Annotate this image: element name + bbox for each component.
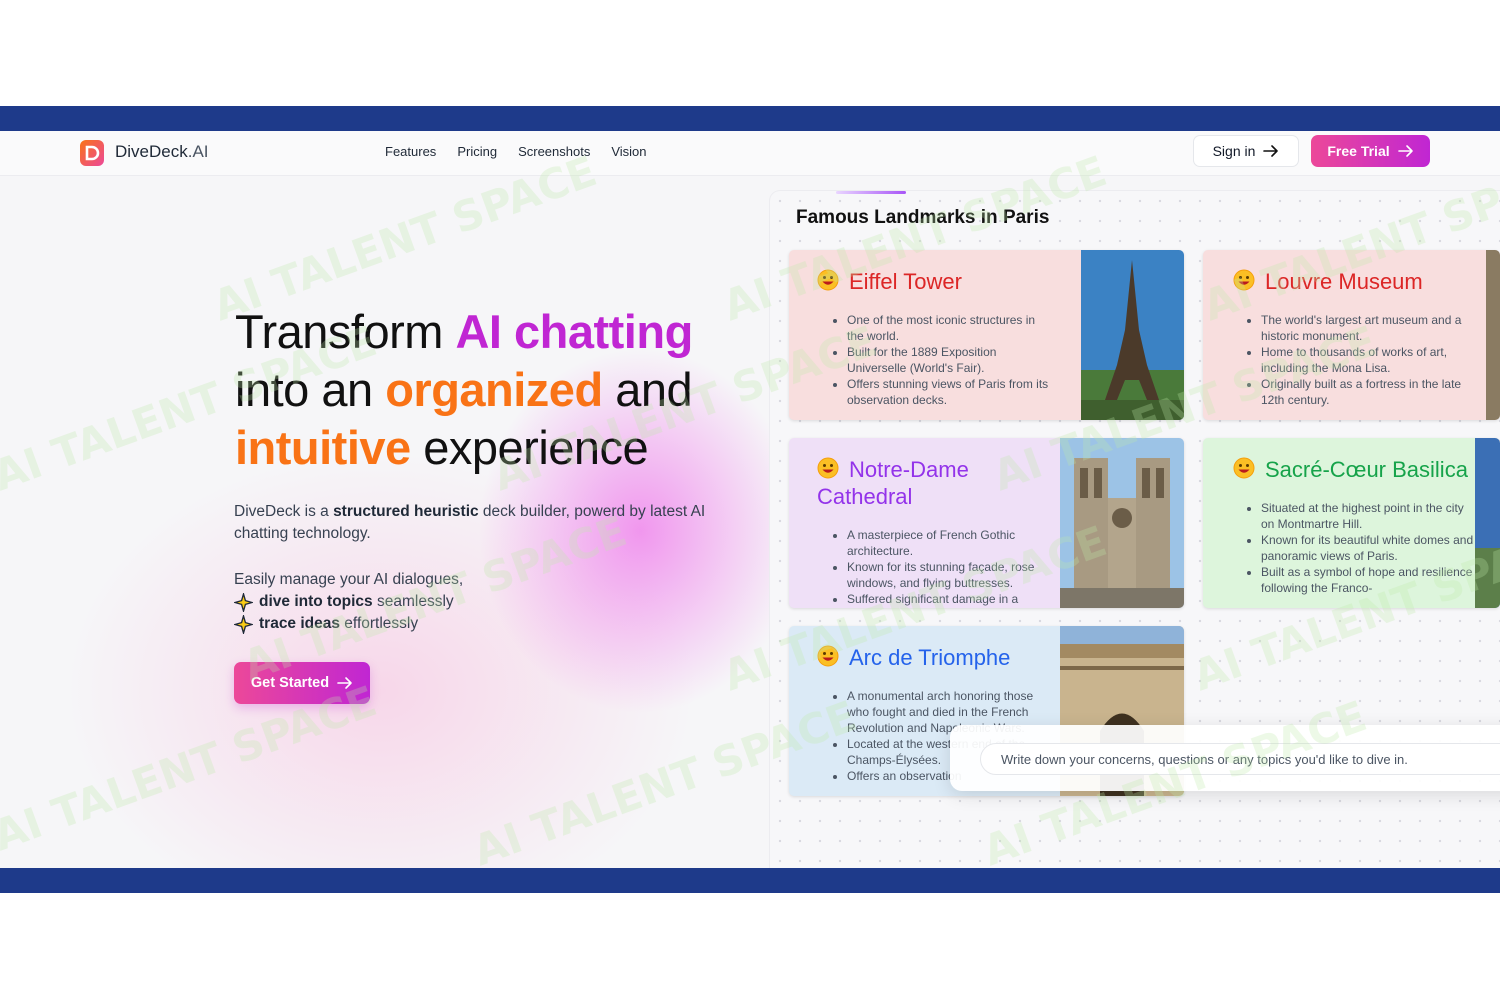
nav-link-screenshots[interactable]: Screenshots bbox=[518, 144, 590, 159]
card-title: Arc de Triomphe bbox=[817, 644, 1010, 671]
arrow-right-icon bbox=[1263, 145, 1279, 157]
nav-link-vision[interactable]: Vision bbox=[611, 144, 646, 159]
get-started-button[interactable]: Get Started bbox=[234, 662, 370, 704]
card-bullets: A masterpiece of French Gothic architect… bbox=[811, 527, 1057, 607]
arrow-right-icon bbox=[1397, 145, 1413, 157]
nav-links: Features Pricing Screenshots Vision bbox=[385, 144, 647, 159]
grinning-face-icon bbox=[817, 269, 839, 291]
grinning-face-icon bbox=[1233, 457, 1255, 479]
card-bullets: Situated at the highest point in the cit… bbox=[1225, 500, 1476, 596]
notre-dame-photo bbox=[1060, 438, 1184, 608]
arrow-right-icon bbox=[337, 677, 352, 689]
feature-item: dive into topics seamlessly bbox=[234, 591, 463, 613]
feature-list: Easily manage your AI dialogues, dive in… bbox=[234, 569, 463, 635]
sacre-coeur-photo bbox=[1475, 438, 1500, 608]
grinning-face-icon bbox=[817, 457, 839, 479]
brand-name[interactable]: DiveDeck.AI bbox=[115, 142, 209, 162]
topic-card-notre-dame[interactable]: Notre-Dame Cathedral A masterpiece of Fr… bbox=[789, 438, 1184, 608]
topic-card-sacre-coeur[interactable]: Sacré-Cœur Basilica Situated at the high… bbox=[1203, 438, 1500, 608]
topic-card-louvre-museum[interactable]: Louvre Museum The world's largest art mu… bbox=[1203, 250, 1500, 420]
top-navbar: DiveDeck.AI Features Pricing Screenshots… bbox=[0, 131, 1500, 176]
feature-intro: Easily manage your AI dialogues, bbox=[234, 571, 464, 588]
bottom-border-band bbox=[0, 868, 1500, 893]
nav-link-pricing[interactable]: Pricing bbox=[457, 144, 497, 159]
top-border-band bbox=[0, 106, 1500, 131]
topic-card-eiffel-tower[interactable]: Eiffel Tower One of the most iconic stru… bbox=[789, 250, 1184, 420]
hero-description: DiveDeck is a structured heuristic deck … bbox=[234, 503, 706, 542]
card-title: Eiffel Tower bbox=[817, 268, 962, 295]
hero-headline: Transform AI chatting into an organized … bbox=[235, 305, 693, 474]
chat-input-bar bbox=[950, 725, 1500, 791]
grinning-face-icon bbox=[1233, 269, 1255, 291]
panel-tab-indicator bbox=[836, 191, 906, 194]
feature-item: trace ideas effortlessly bbox=[234, 613, 463, 635]
louvre-photo bbox=[1486, 250, 1500, 420]
topic-input[interactable] bbox=[980, 743, 1500, 775]
free-trial-label: Free Trial bbox=[1327, 143, 1390, 159]
free-trial-button[interactable]: Free Trial bbox=[1311, 135, 1430, 167]
deck-title: Famous Landmarks in Paris bbox=[796, 207, 1050, 228]
sparkle-bee-icon bbox=[234, 592, 253, 612]
get-started-label: Get Started bbox=[250, 675, 330, 691]
divedeck-logo-icon bbox=[80, 140, 104, 166]
sign-in-label: Sign in bbox=[1212, 143, 1256, 159]
card-bullets: One of the most iconic structures in the… bbox=[811, 312, 1052, 408]
card-title: Notre-Dame Cathedral bbox=[817, 457, 969, 509]
card-title: Sacré-Cœur Basilica bbox=[1233, 456, 1468, 483]
nav-link-features[interactable]: Features bbox=[385, 144, 436, 159]
card-title: Louvre Museum bbox=[1233, 268, 1423, 295]
eiffel-tower-photo bbox=[1081, 250, 1184, 420]
sign-in-button[interactable]: Sign in bbox=[1193, 135, 1299, 167]
sparkle-bee-icon bbox=[234, 614, 253, 634]
card-bullets: The world's largest art museum and a his… bbox=[1225, 312, 1476, 408]
website-screenshot: DiveDeck.AI Features Pricing Screenshots… bbox=[0, 131, 1500, 868]
grinning-face-icon bbox=[817, 645, 839, 667]
